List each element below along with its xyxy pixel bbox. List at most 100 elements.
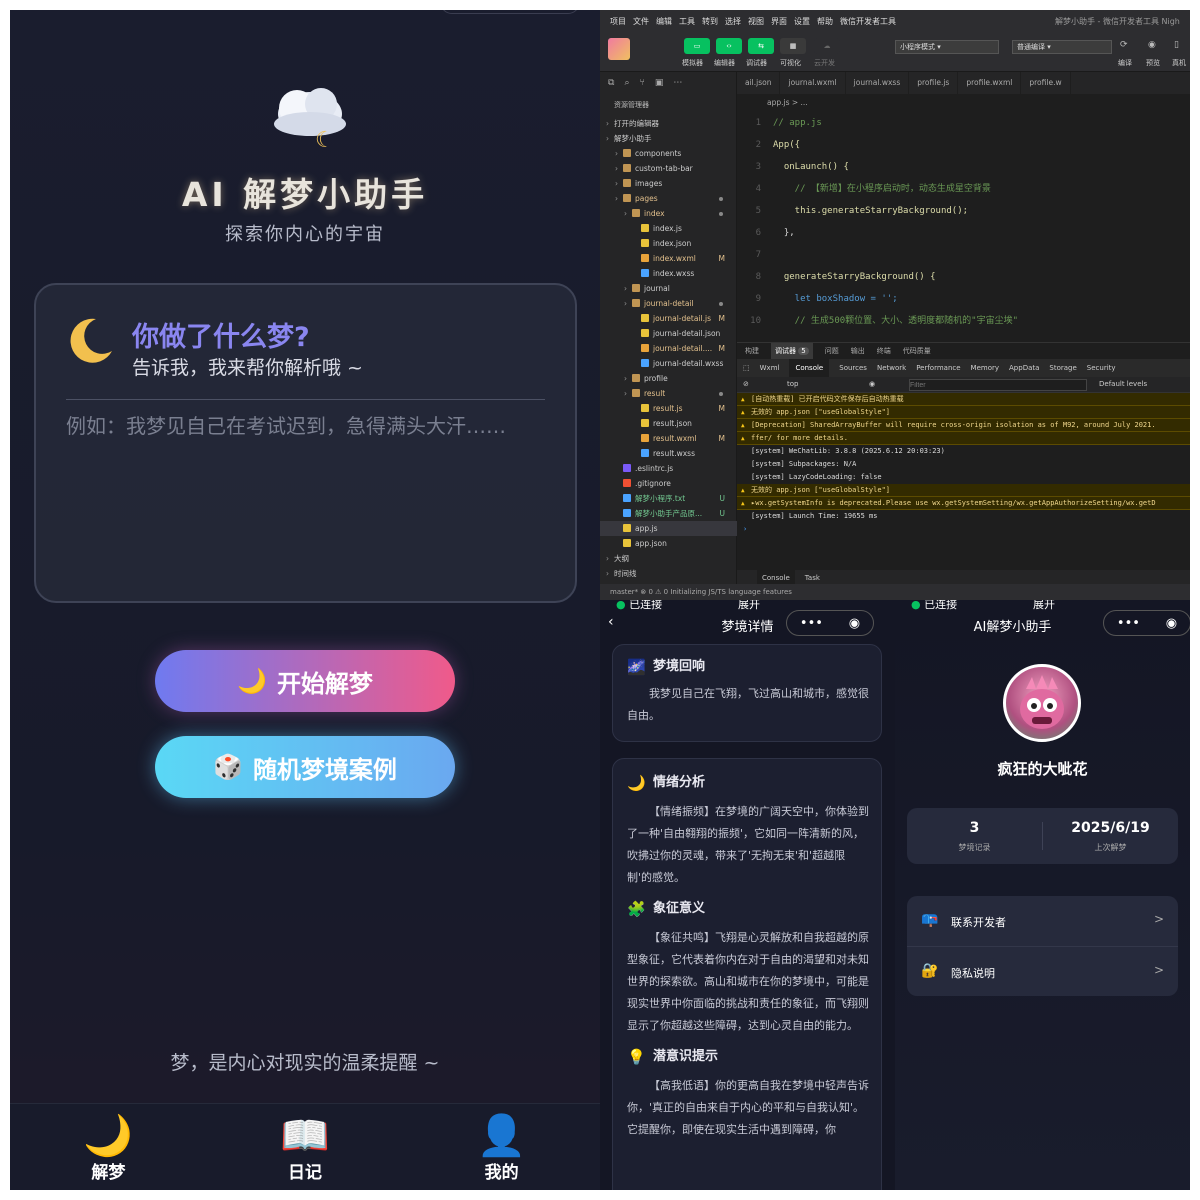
tab-dream[interactable]: 🌙 解梦 [10, 1104, 207, 1190]
menu-item[interactable]: 编辑 [656, 16, 672, 27]
devtools-tab[interactable]: Security [1087, 359, 1116, 377]
editor-tab[interactable]: profile.w [1021, 72, 1071, 94]
eye-icon[interactable]: ◉ [869, 380, 875, 388]
code-line[interactable]: 5 this.generateStarryBackground(); [737, 200, 1190, 222]
tree-file[interactable]: 解梦小程序.txt U [600, 491, 737, 506]
devtools-tab[interactable]: Wxml [760, 359, 780, 377]
code-line[interactable]: 4 // 【新增】在小程序启动时，动态生成星空背景 [737, 178, 1190, 200]
visual-button[interactable]: ▦ [780, 38, 806, 54]
tree-file[interactable]: index.json [600, 236, 737, 251]
panel-tab[interactable]: 问题 [825, 343, 839, 359]
menu-privacy[interactable]: 🔐 隐私说明 > [907, 946, 1178, 996]
levels-select[interactable]: Default levels [1099, 380, 1147, 388]
tree-file[interactable]: index.wxss [600, 266, 737, 281]
devtools-tab[interactable]: Storage [1049, 359, 1076, 377]
devtools-tab[interactable]: Memory [971, 359, 999, 377]
tree-file[interactable]: journal-detail.wxss [600, 356, 737, 371]
debugger-button[interactable]: ⇆ [748, 38, 774, 54]
menu-item[interactable]: 文件 [633, 16, 649, 27]
tree-section[interactable]: › 打开的编辑器 [600, 116, 737, 131]
devtools-tab-console[interactable]: Console [789, 359, 830, 377]
tree-section[interactable]: › 大纲 [600, 551, 737, 566]
search-icon[interactable]: ⌕ [624, 78, 629, 88]
eye-icon[interactable]: ◉ [1148, 40, 1156, 50]
more-icon[interactable]: ••• [800, 616, 823, 631]
menu-item[interactable]: 帮助 [817, 16, 833, 27]
devtools-tab[interactable]: Performance [916, 359, 960, 377]
random-dream-button[interactable]: 🎲 随机梦境案例 [155, 736, 455, 798]
editor-tab[interactable]: journal.wxss [846, 72, 910, 94]
tree-file[interactable]: app.js [600, 521, 737, 536]
devtools-tab[interactable]: AppData [1009, 359, 1039, 377]
tree-folder[interactable]: › pages [600, 191, 737, 206]
inspect-icon[interactable]: ⬚ [743, 359, 750, 377]
tree-file[interactable]: index.js [600, 221, 737, 236]
editor-tab[interactable]: profile.wxml [958, 72, 1022, 94]
files-icon[interactable]: ⧉ [608, 78, 614, 88]
code-line[interactable]: 6 }, [737, 222, 1190, 244]
tree-file[interactable]: app.json [600, 536, 737, 551]
tree-file[interactable]: result.js M [600, 401, 737, 416]
menu-item[interactable]: 微信开发者工具 [840, 16, 896, 27]
editor-tab[interactable]: journal.wxml [780, 72, 846, 94]
editor-button[interactable]: ‹› [716, 38, 742, 54]
tab-journal[interactable]: 📖 日记 [207, 1104, 404, 1190]
tree-folder[interactable]: › profile [600, 371, 737, 386]
tree-folder[interactable]: › images [600, 176, 737, 191]
context-select[interactable]: top [787, 380, 798, 388]
menu-item[interactable]: 选择 [725, 16, 741, 27]
mode-select[interactable]: 小程序模式 ▾ [895, 40, 999, 54]
menu-item[interactable]: 设置 [794, 16, 810, 27]
debug-icon[interactable]: ▣ [655, 78, 664, 88]
tree-file[interactable]: result.wxml M [600, 431, 737, 446]
code-line[interactable]: 2 App({ [737, 134, 1190, 156]
tree-section[interactable]: › 解梦小助手 [600, 131, 737, 146]
panel-tab[interactable]: 代码质量 [903, 343, 931, 359]
tree-folder[interactable]: › components [600, 146, 737, 161]
editor-tab[interactable]: profile.js [909, 72, 959, 94]
tree-file[interactable]: result.wxss [600, 446, 737, 461]
code-line[interactable]: 7 [737, 244, 1190, 266]
devtools-tab[interactable]: Sources [839, 359, 867, 377]
more-icon[interactable]: ⋯ [673, 78, 682, 88]
start-dream-button[interactable]: 🌙 开始解梦 [155, 650, 455, 712]
dream-input[interactable] [66, 413, 516, 563]
code-line[interactable]: 3 onLaunch() { [737, 156, 1190, 178]
tree-folder[interactable]: › journal [600, 281, 737, 296]
tree-section[interactable]: › 时间线 [600, 566, 737, 581]
panel-tab[interactable]: 构建 [745, 343, 759, 359]
tree-folder[interactable]: › journal-detail [600, 296, 737, 311]
menu-item[interactable]: 项目 [610, 16, 626, 27]
expand-label[interactable]: 展开 [738, 600, 760, 612]
tree-file[interactable]: journal-detail.js M [600, 311, 737, 326]
console-prompt[interactable]: › [737, 523, 1190, 536]
avatar[interactable] [1003, 664, 1081, 742]
tab-profile[interactable]: 👤 我的 [403, 1104, 600, 1190]
compile-select[interactable]: 普通编译 ▾ [1012, 40, 1112, 54]
menu-contact-developer[interactable]: 📪 联系开发者 > [907, 896, 1178, 946]
code-line[interactable]: 10 // 生成500颗位置、大小、透明度都随机的"宇宙尘埃" [737, 310, 1190, 332]
menu-item[interactable]: 界面 [771, 16, 787, 27]
refresh-icon[interactable]: ⟳ [1120, 40, 1128, 50]
tree-file[interactable]: .gitignore [600, 476, 737, 491]
expand-label[interactable]: 展开 [1033, 600, 1055, 612]
tree-file[interactable]: result.json [600, 416, 737, 431]
simulator-button[interactable]: ▭ [684, 38, 710, 54]
tree-folder[interactable]: › index [600, 206, 737, 221]
branch-icon[interactable]: ⑂ [639, 78, 644, 88]
code-line[interactable]: 8 generateStarryBackground() { [737, 266, 1190, 288]
editor-tab[interactable]: ail.json [737, 72, 781, 94]
filter-input[interactable] [909, 379, 1087, 391]
devtools-tab[interactable]: Network [877, 359, 906, 377]
close-icon[interactable]: ◉ [1166, 616, 1177, 631]
menu-item[interactable]: 工具 [679, 16, 695, 27]
tree-file[interactable]: .eslintrc.js [600, 461, 737, 476]
tree-file[interactable]: journal-detail.... M [600, 341, 737, 356]
cloud-button[interactable]: ☁ [814, 38, 840, 54]
tree-file[interactable]: 解梦小助手产品原... U [600, 506, 737, 521]
menu-item[interactable]: 视图 [748, 16, 764, 27]
code-line[interactable]: 9 let boxShadow = ''; [737, 288, 1190, 310]
code-line[interactable]: 1 // app.js [737, 112, 1190, 134]
clear-icon[interactable]: ⊘ [743, 380, 749, 388]
panel-tab-debugger[interactable]: 调试器 5 [771, 343, 813, 359]
